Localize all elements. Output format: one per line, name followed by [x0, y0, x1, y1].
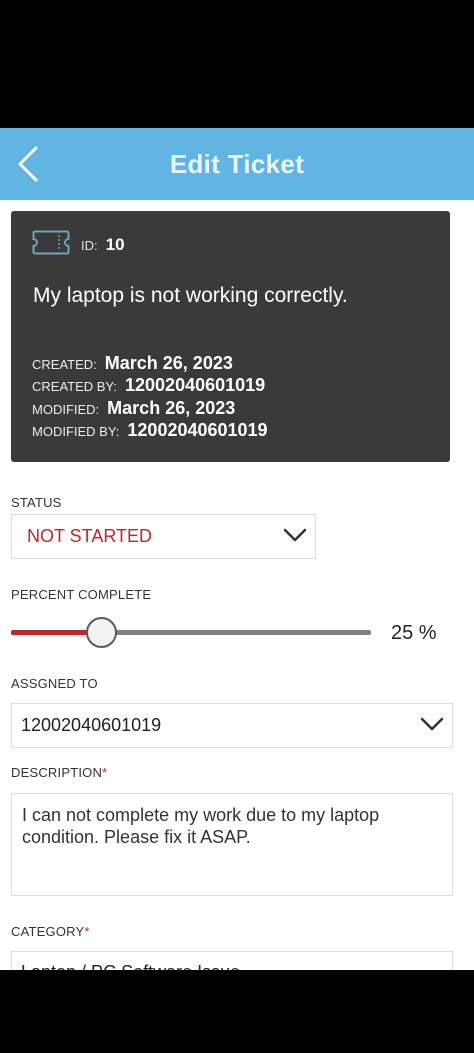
back-button[interactable] — [8, 142, 48, 186]
chevron-left-icon — [18, 146, 38, 182]
percent-complete-label: PERCENT COMPLETE — [11, 587, 152, 602]
description-label-text: DESCRIPTION — [11, 765, 103, 780]
assigned-to-label: ASSGNED TO — [11, 676, 98, 691]
status-select[interactable]: NOT STARTED — [11, 514, 316, 559]
chevron-down-icon — [283, 528, 307, 542]
ticket-created: CREATED: March 26, 2023 — [32, 353, 233, 374]
required-mark: * — [84, 924, 90, 939]
description-label: DESCRIPTION* — [11, 765, 107, 780]
modified-by-label: MODIFIED BY: — [32, 424, 120, 439]
category-value: Laptop / PC Software Issue — [21, 962, 240, 970]
ticket-id-value: 10 — [105, 235, 125, 254]
page-title: Edit Ticket — [169, 148, 305, 179]
ticket-modified-by: MODIFIED BY: 12002040601019 — [32, 420, 268, 441]
modified-value: March 26, 2023 — [107, 398, 236, 418]
created-label: CREATED: — [32, 357, 97, 372]
category-label-text: CATEGORY — [11, 924, 85, 939]
system-navigation-bar — [0, 970, 474, 1053]
ticket-icon — [32, 230, 70, 255]
category-label: CATEGORY* — [11, 924, 90, 939]
status-label: STATUS — [11, 495, 62, 510]
created-by-value: 12002040601019 — [125, 375, 266, 395]
chevron-down-icon — [420, 717, 444, 731]
ticket-id: ID: 10 — [81, 235, 125, 255]
status-value: NOT STARTED — [27, 526, 153, 546]
category-select[interactable]: Laptop / PC Software Issue — [11, 951, 453, 970]
percent-slider-thumb[interactable] — [85, 617, 117, 648]
ticket-created-by: CREATED BY: 12002040601019 — [32, 375, 265, 396]
percent-complete-value: 25 % — [391, 622, 437, 644]
app-header: Edit Ticket — [0, 128, 474, 200]
system-status-bar — [0, 0, 474, 128]
created-value: March 26, 2023 — [104, 353, 233, 373]
ticket-summary-card: ID: 10 My laptop is not working correctl… — [11, 211, 450, 462]
edit-ticket-form: ID: 10 My laptop is not working correctl… — [0, 200, 474, 970]
created-by-label: CREATED BY: — [32, 379, 118, 394]
assigned-to-select[interactable]: 12002040601019 — [11, 703, 453, 748]
ticket-title: My laptop is not working correctly. — [33, 284, 348, 307]
modified-by-value: 12002040601019 — [127, 420, 268, 440]
assigned-to-value: 12002040601019 — [21, 715, 162, 735]
ticket-id-label: ID: — [81, 238, 98, 253]
required-mark: * — [102, 765, 108, 780]
description-textarea[interactable]: I can not complete my work due to my lap… — [11, 793, 453, 896]
modified-label: MODIFIED: — [32, 402, 100, 417]
ticket-modified: MODIFIED: March 26, 2023 — [32, 398, 235, 419]
